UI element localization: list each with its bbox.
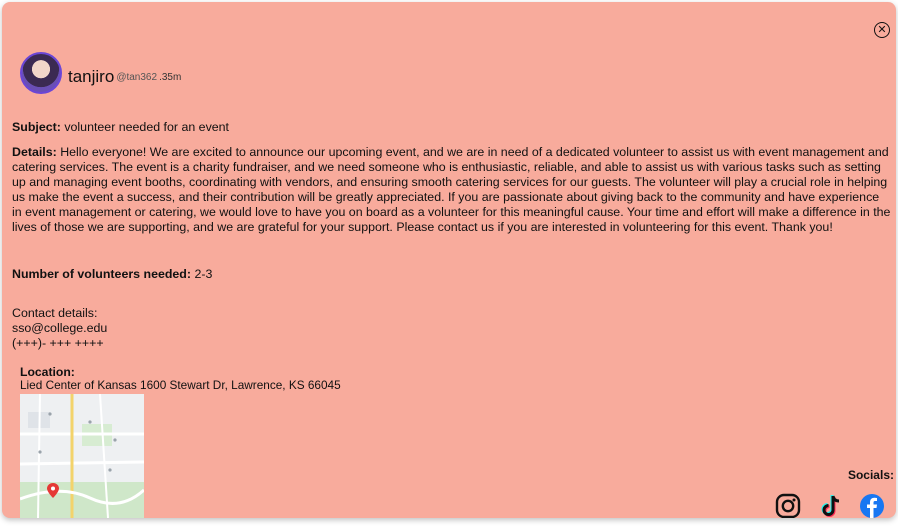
contact-label: Contact details: (12, 306, 98, 320)
username[interactable]: tanjiro (68, 68, 114, 94)
contact-email[interactable]: sso@college.edu (12, 321, 892, 336)
subject-value: volunteer needed for an event (64, 120, 229, 134)
subject-label: Subject: (12, 120, 61, 134)
subject: Subject: volunteer needed for an event (12, 120, 892, 135)
details: Details: Hello everyone! We are excited … (12, 145, 892, 235)
details-label: Details: (12, 145, 57, 159)
contact-details: Contact details: sso@college.edu (+++)- … (12, 306, 892, 351)
contact-phone: (+++)- +++ ++++ (12, 336, 104, 350)
location: Location: Lied Center of Kansas 1600 Ste… (20, 366, 341, 392)
volunteers-value: 2-3 (194, 267, 213, 281)
map-image (20, 394, 144, 518)
volunteers-needed: Number of volunteers needed: 2-3 (12, 267, 892, 282)
socials-label: Socials: (847, 468, 894, 482)
instagram-icon[interactable] (775, 493, 801, 518)
close-icon[interactable]: ✕ (874, 22, 890, 38)
post-time: .35m (159, 72, 182, 83)
user-handle: @tan362 (116, 72, 158, 83)
location-address: Lied Center of Kansas 1600 Stewart Dr, L… (20, 378, 341, 392)
location-map[interactable] (20, 394, 144, 518)
avatar[interactable] (20, 52, 62, 94)
facebook-icon[interactable] (859, 493, 885, 518)
volunteers-label: Number of volunteers needed: (12, 267, 192, 281)
details-value: Hello everyone! We are excited to announ… (12, 145, 891, 234)
post-card: ✕ tanjiro @tan362 .35m Subject: voluntee… (2, 2, 896, 518)
tiktok-icon[interactable] (818, 493, 844, 518)
post-author: tanjiro @tan362 .35m (20, 52, 181, 94)
